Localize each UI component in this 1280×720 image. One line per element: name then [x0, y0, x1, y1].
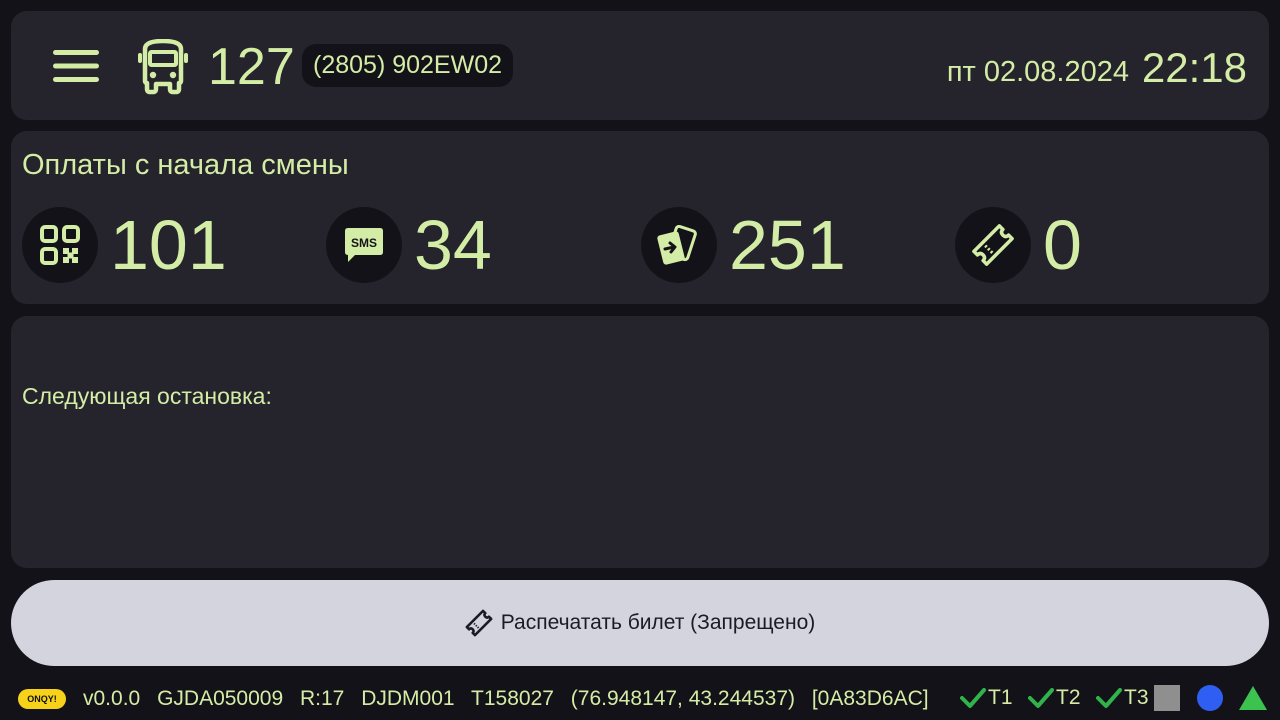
terminal-status-t2: T2 — [1028, 684, 1081, 712]
print-ticket-label: Распечатать билет (Запрещено) — [500, 611, 816, 634]
status-info: v0.0.0 GJDA050009 R:17 DJDM001 T158027 (… — [83, 686, 940, 712]
date-label: пт 02.08.2024 — [946, 56, 1129, 88]
status-bar: ONQY! v0.0.0 GJDA050009 R:17 DJDM001 T15… — [0, 678, 1280, 718]
device-id: GJDA050009 — [157, 687, 284, 710]
ticket-icon — [972, 224, 1014, 266]
card-icon — [657, 225, 697, 265]
terminal-status-t1: T1 — [960, 684, 1013, 712]
onqy-logo-badge: ONQY! — [18, 689, 66, 709]
check-icon — [1096, 688, 1122, 708]
gps-coordinates: (76.948147, 43.244537) — [570, 687, 795, 710]
route-number: 127 — [208, 38, 295, 96]
check-icon — [960, 688, 986, 708]
next-stop-panel: Следующая остановка: — [11, 316, 1269, 568]
card-count: 251 — [729, 206, 846, 284]
header-panel: 127 (2805) 902EW02 пт 02.08.2024 22:18 — [11, 11, 1269, 120]
qr-code-icon — [40, 225, 80, 265]
print-ticket-button[interactable]: Распечатать билет (Запрещено) — [11, 580, 1269, 666]
vehicle-id-chip[interactable]: (2805) 902EW02 — [302, 44, 514, 87]
terminal-label: T1 — [988, 686, 1013, 709]
status-triangle-indicator — [1239, 686, 1267, 710]
terminal-code: T158027 — [471, 687, 554, 710]
check-icon — [1028, 688, 1054, 708]
status-circle-indicator — [1197, 685, 1223, 711]
qr-count: 101 — [110, 206, 227, 284]
terminal-status-t3: T3 — [1096, 684, 1149, 712]
next-stop-label: Следующая остановка: — [22, 383, 272, 409]
route-code: R:17 — [300, 687, 345, 710]
menu-icon[interactable] — [51, 48, 101, 84]
status-square-indicator — [1154, 685, 1180, 711]
ticket-icon — [465, 609, 493, 637]
hex-code: [0A83D6AC] — [811, 687, 929, 710]
ticket-count: 0 — [1043, 206, 1082, 284]
time-label: 22:18 — [1141, 44, 1247, 91]
terminal-label: T3 — [1124, 686, 1149, 709]
svg-text:SMS: SMS — [351, 236, 377, 250]
terminal-label: T2 — [1056, 686, 1081, 709]
driver-code: DJDM001 — [361, 687, 455, 710]
sms-count: 34 — [414, 206, 492, 284]
sms-icon: SMS — [345, 228, 383, 262]
payments-panel: Оплаты с начала смены 101 SMS 34 251 0 — [11, 131, 1269, 304]
bus-icon — [135, 38, 191, 95]
app-version: v0.0.0 — [83, 687, 141, 710]
payments-title: Оплаты с начала смены — [22, 149, 349, 181]
